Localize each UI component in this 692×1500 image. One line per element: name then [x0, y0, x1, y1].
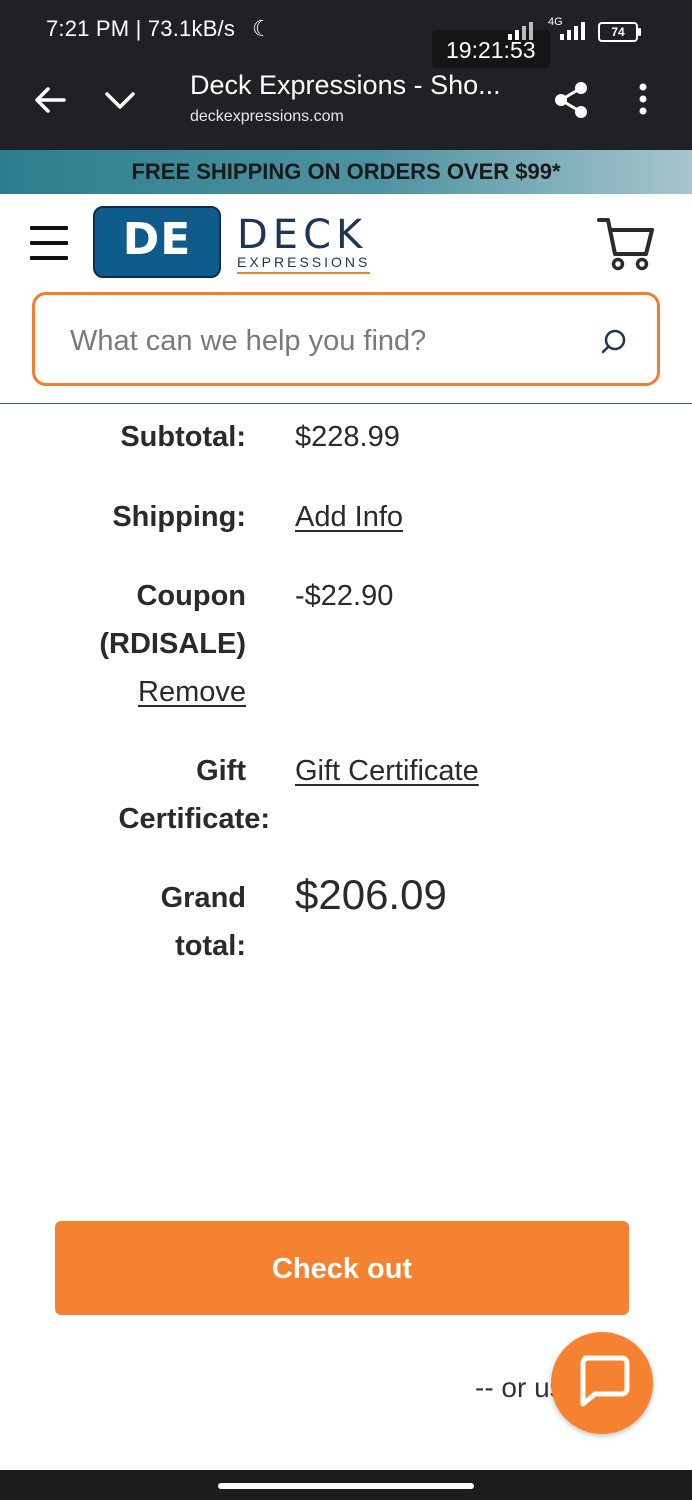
browser-chrome: 7:21 PM | 73.1kB/s ☾ 19:21:53 4G 74 Deck…	[0, 0, 692, 150]
battery-tip	[638, 28, 641, 36]
more-options-icon[interactable]	[630, 80, 656, 120]
gift-label: Gift	[196, 755, 246, 787]
search-box	[32, 292, 660, 386]
checkout-button[interactable]: Check out	[55, 1221, 629, 1315]
coupon-value: -$22.90	[295, 580, 394, 612]
site-logo[interactable]: DE DECK EXPRESSIONS	[93, 206, 393, 280]
coupon-code: (RDISALE)	[99, 628, 246, 660]
search-icon[interactable]	[599, 327, 629, 357]
logo-badge-text: DE	[122, 214, 192, 265]
grand-total-value: $206.09	[295, 871, 447, 918]
shipping-add-info-link[interactable]: Add Info	[295, 493, 403, 541]
grand-total-label-line2: total:	[175, 930, 246, 962]
coupon-remove-link[interactable]: Remove	[138, 668, 246, 716]
search-input[interactable]	[68, 315, 592, 367]
status-time-speed: 7:21 PM | 73.1kB/s	[46, 16, 236, 41]
gift-label-line2: Certificate:	[118, 803, 271, 835]
free-shipping-banner[interactable]: FREE SHIPPING ON ORDERS OVER $99*	[0, 150, 692, 194]
subtotal-label: Subtotal:	[120, 421, 246, 453]
battery-icon: 74	[598, 22, 638, 42]
chevron-down-icon[interactable]	[100, 80, 140, 120]
back-arrow-icon[interactable]	[30, 80, 70, 120]
coupon-label: Coupon	[136, 580, 246, 612]
moon-icon: ☾	[252, 16, 272, 41]
logo-badge: DE	[93, 206, 221, 278]
signal-icon	[508, 20, 533, 40]
menu-icon[interactable]	[30, 224, 68, 262]
signal-icon-2	[560, 20, 585, 40]
page-url[interactable]: deckexpressions.com	[190, 108, 344, 126]
subtotal-value: $228.99	[295, 421, 400, 453]
home-indicator[interactable]	[218, 1483, 474, 1489]
shipping-label: Shipping:	[112, 501, 246, 533]
logo-subtitle: EXPRESSIONS	[237, 254, 371, 274]
chat-button[interactable]	[551, 1332, 653, 1434]
share-icon[interactable]	[550, 78, 594, 122]
cart-icon[interactable]	[596, 214, 656, 274]
grand-total-label: Grand	[160, 882, 246, 914]
page-title: Deck Expressions - Sho...	[190, 70, 501, 100]
chat-bubble-icon	[580, 1355, 630, 1407]
header-divider	[0, 403, 692, 404]
gift-certificate-link[interactable]: Gift Certificate	[295, 747, 479, 795]
logo-wordmark: DECK	[237, 212, 368, 258]
